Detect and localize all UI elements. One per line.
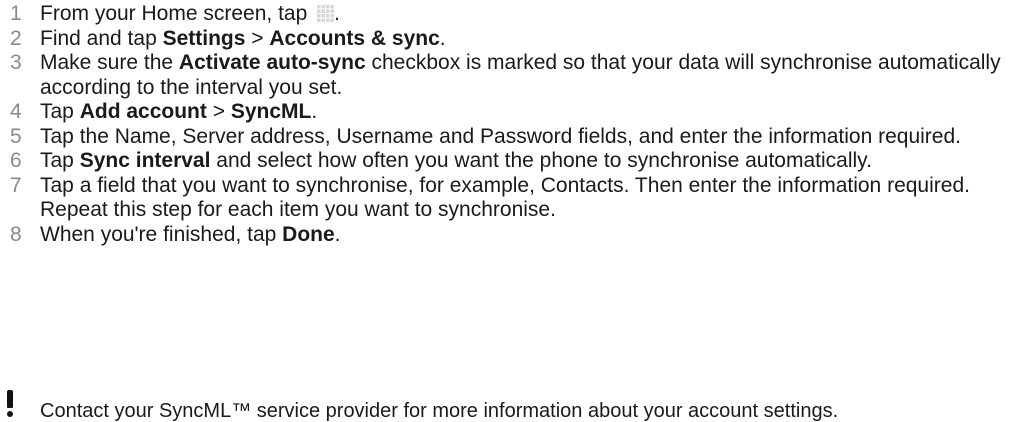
step-number: 4 <box>10 100 22 123</box>
step-number: 1 <box>10 2 22 25</box>
step-3: 3 Make sure the Activate auto-sync check… <box>0 51 1027 100</box>
add-account-term: Add account <box>79 100 207 123</box>
note: Contact your SyncML™ service provider fo… <box>0 390 1027 422</box>
step-text: Tap the Name, Server address, Username a… <box>40 124 961 148</box>
apps-grid-icon <box>316 4 335 22</box>
step-text: Find and tap Settings > Accounts & sync. <box>40 26 446 50</box>
sync-interval-term: Sync interval <box>79 149 211 172</box>
note-text: Contact your SyncML™ service provider fo… <box>40 400 839 422</box>
step-text: When you're finished, tap Done. <box>40 222 341 246</box>
step-8: 8 When you're finished, tap Done. <box>0 223 1027 248</box>
step-number: 3 <box>10 51 22 74</box>
done-term: Done <box>282 222 335 246</box>
exclamation-icon <box>4 390 16 418</box>
step-text: Make sure the Activate auto-sync checkbo… <box>40 51 1001 99</box>
accounts-sync-term: Accounts & sync <box>269 26 440 50</box>
step-number: 8 <box>10 222 22 246</box>
step-text: From your Home screen, tap . <box>40 2 340 25</box>
step-1: 1 From your Home screen, tap . <box>0 2 1027 27</box>
step-text: Tap Sync interval and select how often y… <box>40 149 872 172</box>
step-4: 4 Tap Add account > SyncML. <box>0 100 1027 125</box>
step-5: 5 Tap the Name, Server address, Username… <box>0 125 1027 150</box>
instruction-list: 1 From your Home screen, tap . 2 Find an… <box>0 0 1027 248</box>
step-2: 2 Find and tap Settings > Accounts & syn… <box>0 27 1027 52</box>
activate-auto-sync-term: Activate auto-sync <box>178 51 366 74</box>
step-6: 6 Tap Sync interval and select how often… <box>0 149 1027 174</box>
step-7: 7 Tap a field that you want to synchroni… <box>0 174 1027 223</box>
step-text: Tap Add account > SyncML. <box>40 100 318 123</box>
step-number: 7 <box>10 173 22 197</box>
syncml-term: SyncML <box>230 100 312 123</box>
step-number: 2 <box>10 26 22 50</box>
step-text: Tap a field that you want to synchronise… <box>40 173 970 222</box>
step-number: 6 <box>10 149 22 172</box>
step-number: 5 <box>10 124 22 148</box>
settings-term: Settings <box>162 26 246 50</box>
